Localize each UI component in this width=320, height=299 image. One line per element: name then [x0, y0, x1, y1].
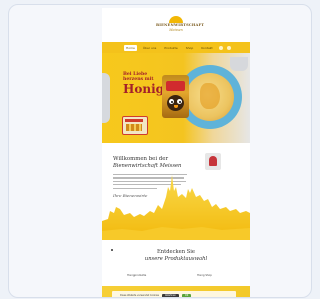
nav-item-home[interactable]: Home	[124, 44, 137, 51]
pancake-image	[186, 73, 234, 121]
cookie-decline-button[interactable]: Ablehnen	[162, 293, 179, 297]
nav-item-about[interactable]: Über uns	[141, 45, 159, 51]
product-box-image	[122, 116, 148, 135]
owl-mascot-icon	[167, 95, 184, 111]
hero-banner[interactable]: Bei Liebe herzens mit Honig	[102, 53, 250, 143]
honey-shop-link[interactable]: Honig Shop	[197, 274, 212, 277]
hero-line-3: Honig	[123, 82, 165, 97]
nav-item-contact[interactable]: Kontakt	[199, 45, 214, 51]
jar-label	[166, 81, 185, 91]
owl-eye-left	[169, 99, 174, 104]
products-title-line-1: Entdecken Sie	[157, 249, 195, 255]
nav-item-products[interactable]: Produkte	[162, 45, 179, 51]
decorative-bowl	[102, 73, 110, 123]
honey-jar-image	[162, 75, 189, 118]
welcome-title-line-1: Willkommen bei der	[113, 156, 169, 162]
owl-eye-right	[177, 99, 182, 104]
hero-headline: Bei Liebe herzens mit Honig	[123, 72, 165, 97]
website-page[interactable]: BIENENWIRTSCHAFT Meissen Home Über uns P…	[102, 8, 250, 297]
cart-icon[interactable]	[226, 45, 231, 50]
screenshot-card: BIENENWIRTSCHAFT Meissen Home Über uns P…	[8, 4, 312, 298]
search-icon[interactable]	[218, 45, 223, 50]
products-title-line-2: unsere Produktauswahl	[144, 256, 208, 262]
sun-icon	[169, 16, 183, 23]
honey-drizzle	[200, 83, 220, 109]
nav-item-shop[interactable]: Shop	[184, 45, 196, 51]
cookie-accept-button[interactable]: OK	[181, 293, 192, 297]
main-navigation: Home Über uns Produkte Shop Kontakt	[102, 42, 250, 53]
products-section: Entdecken Sie unsere Produktauswahl Honi…	[102, 240, 250, 286]
owl-beak	[173, 105, 178, 108]
city-skyline-illustration	[102, 175, 250, 240]
logo-sub-text: Meissen	[169, 28, 183, 32]
cookie-banner: Diese Website verwendet Cookies Ablehnen…	[112, 291, 236, 297]
cookie-text: Diese Website verwendet Cookies	[120, 294, 160, 297]
honey-products-link[interactable]: Honigprodukte	[127, 274, 146, 277]
decorative-cup	[230, 57, 248, 71]
site-logo[interactable]: BIENENWIRTSCHAFT Meissen	[156, 16, 204, 36]
